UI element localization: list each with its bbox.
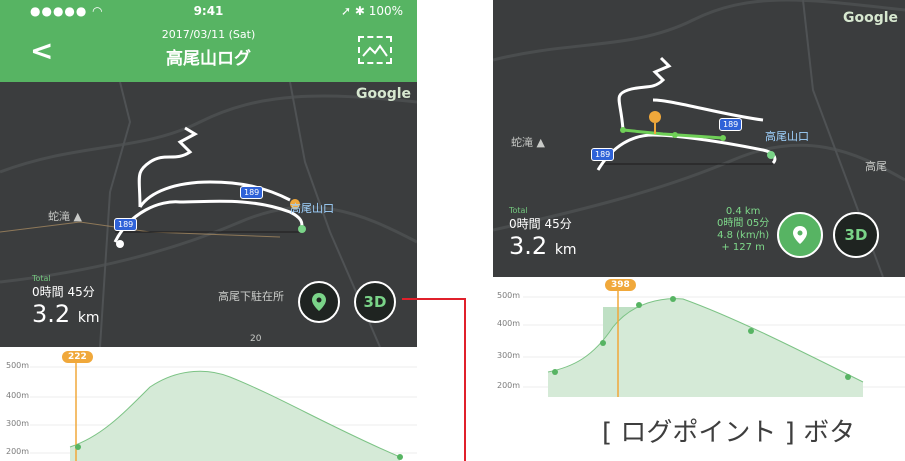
- caption-text: [ ログポイント ] ボタ: [602, 418, 856, 448]
- map-label-station: 高尾山口: [765, 130, 809, 143]
- segment-gain: + 127 m: [721, 242, 765, 253]
- y-tick: 300m: [497, 351, 521, 360]
- y-tick: 400m: [497, 319, 521, 328]
- segment-speed: 4.8 (km/h): [717, 230, 770, 241]
- segment-duration: 0時間 05分: [717, 218, 770, 229]
- map-label-jataki: 蛇滝 ▲: [511, 136, 545, 149]
- distance-value: 3.2: [509, 232, 548, 260]
- segment-distance: 0.4 km: [725, 206, 761, 217]
- right-phone-screen: Google 蛇滝 ▲ 189 189 高尾山口 高尾 Total 0時間 45…: [493, 0, 905, 461]
- total-label: Total: [509, 206, 528, 215]
- total-time: 0時間 45分: [509, 217, 572, 231]
- y-tick: 200m: [497, 381, 521, 390]
- map-label-takao: 高尾: [865, 160, 887, 173]
- callout-line: [402, 298, 466, 461]
- total-distance: 3.2 km: [509, 232, 577, 260]
- elevation-marker: 398: [605, 279, 636, 291]
- total-summary: Total 0時間 45分 3.2 km: [509, 206, 577, 260]
- road-badge-189: 189: [719, 118, 743, 131]
- location-pin-icon: [793, 226, 807, 244]
- y-tick: 500m: [497, 291, 521, 300]
- road-badge-189: 189: [591, 148, 615, 161]
- map-view[interactable]: Google 蛇滝 ▲ 189 189 高尾山口 高尾 Total 0時間 45…: [493, 0, 905, 277]
- segment-stats: 0.4 km 0時間 05分 4.8 (km/h) + 127 m: [717, 206, 769, 254]
- distance-unit: km: [554, 242, 577, 258]
- google-logo: Google: [843, 10, 899, 26]
- log-point-button[interactable]: [777, 212, 823, 258]
- 3d-button[interactable]: 3D: [833, 212, 879, 258]
- elevation-chart[interactable]: 398 500m 400m 300m 200m: [493, 277, 905, 397]
